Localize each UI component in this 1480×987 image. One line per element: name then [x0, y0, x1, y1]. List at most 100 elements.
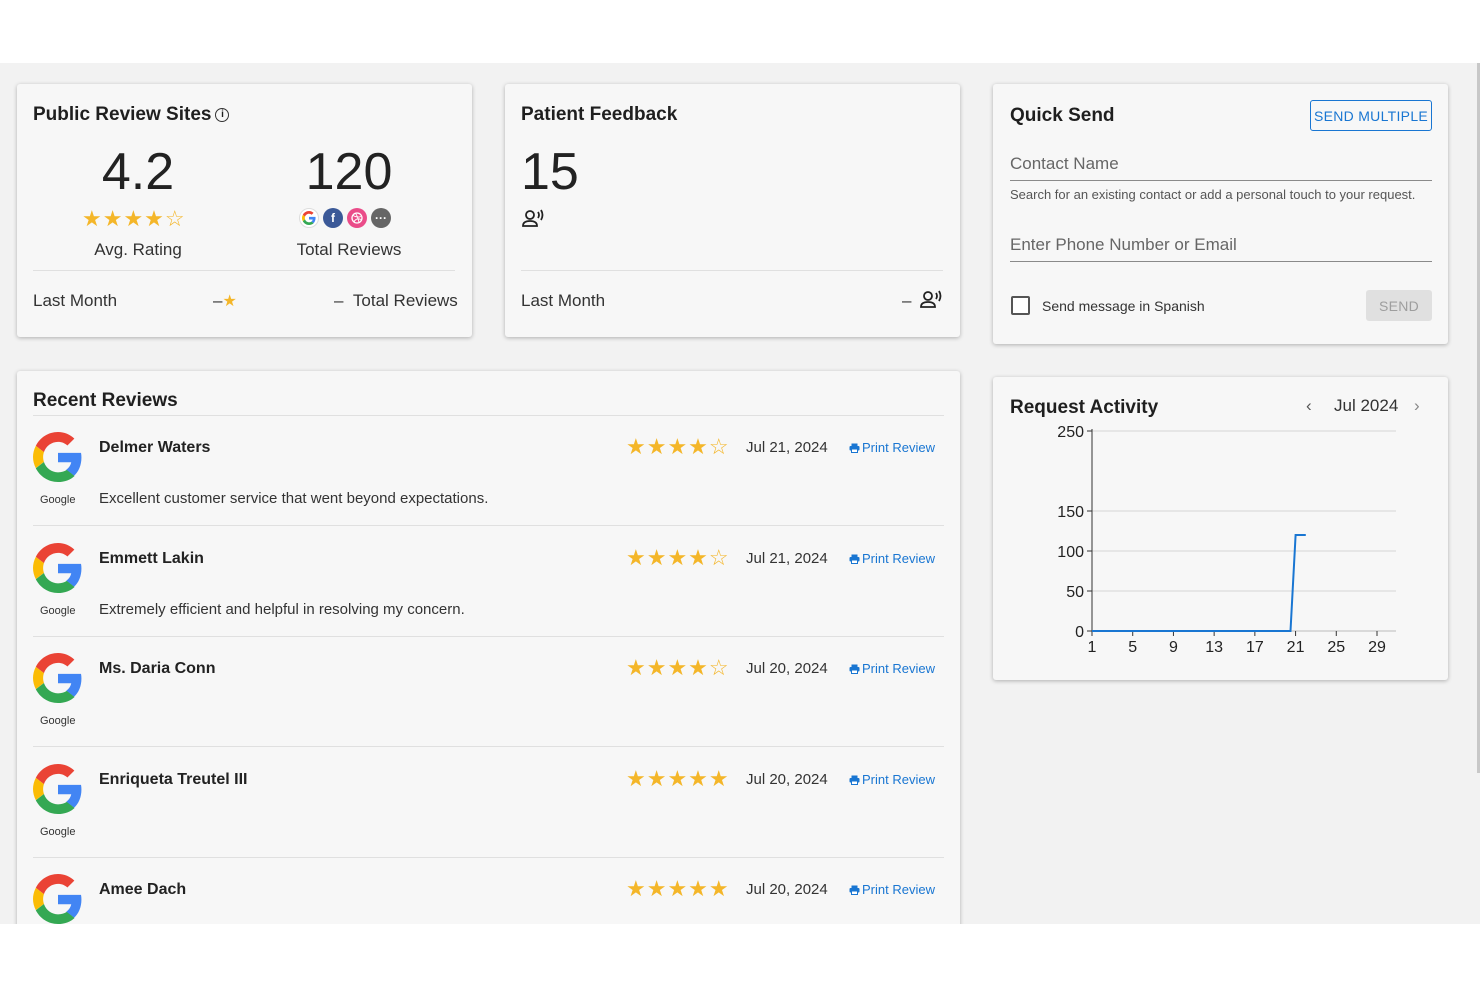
more-sites-icon[interactable]: ··· [371, 208, 391, 228]
review-row: Google Enriqueta Treutel III ★★★★★ Jul 20, … [33, 748, 944, 858]
x-tick-label: 21 [1287, 639, 1305, 656]
x-tick-label: 9 [1169, 639, 1178, 656]
dribbble-icon[interactable] [347, 208, 367, 228]
last-month-reviews-label: Total Reviews [352, 291, 458, 310]
print-review-label: Print Review [862, 771, 935, 787]
reviewer-name: Amee Dach [99, 881, 187, 898]
google-logo-icon [33, 432, 83, 482]
review-date: Jul 21, 2024 [746, 549, 828, 567]
reviewer-name: Delmer Waters [99, 439, 211, 456]
google-logo-icon [33, 542, 83, 593]
divider [33, 270, 455, 271]
review-text: Extremely efficient and helpful in resol… [99, 600, 465, 618]
print-review-link[interactable]: Print Review [849, 772, 935, 787]
public-review-sites-title-text: Public Review Sites [33, 104, 212, 125]
last-month-reviews-value: – [334, 291, 344, 310]
quick-send-title: Quick Send [1010, 105, 1115, 126]
reviewer-name: Emmett Lakin [99, 549, 204, 567]
x-tick-label: 5 [1128, 639, 1137, 656]
phone-email-field[interactable]: Enter Phone Number or Email [1010, 235, 1432, 262]
star-icon: ★ [222, 293, 237, 310]
last-month-label: Last Month [521, 291, 606, 310]
review-stars: ★★★★★ [626, 765, 730, 791]
print-review-link[interactable]: Print Review [849, 551, 935, 566]
last-month-feedback-value: – [902, 291, 912, 310]
print-review-link[interactable]: Print Review [849, 440, 935, 455]
review-date: Jul 21, 2024 [746, 439, 828, 456]
x-tick-label: 29 [1368, 639, 1386, 656]
recent-reviews-card: Recent Reviews Google Delmer Waters ★★★★☆ J… [17, 371, 960, 924]
reviewer-name: Ms. Daria Conn [99, 660, 216, 677]
voice-feedback-icon [522, 208, 546, 233]
google-logo-icon [33, 874, 83, 924]
quick-send-card: Quick Send SEND MULTIPLE Contact Name Se… [993, 84, 1448, 344]
send-multiple-button[interactable]: SEND MULTIPLE [1310, 100, 1432, 131]
print-review-link[interactable]: Print Review [849, 661, 935, 676]
avg-rating-stars: ★★★★☆ [82, 206, 186, 231]
public-review-sites-title: Public Review Sites i [33, 104, 230, 126]
y-tick-label: 250 [1057, 424, 1084, 441]
last-month-label: Last Month [33, 291, 118, 310]
review-stars: ★★★★☆ [626, 544, 730, 570]
review-date: Jul 20, 2024 [746, 660, 828, 677]
series-line [1092, 534, 1306, 632]
total-reviews-label: Total Reviews [296, 240, 402, 259]
review-stars: ★★★★☆ [626, 655, 730, 680]
public-review-sites-card: Public Review Sites i 4.2 ★★★★☆ Avg. Rati… [17, 84, 472, 337]
request-activity-card: Request Activity ‹ Jul 2024 › 0 50 100 150 2… [993, 377, 1448, 680]
review-stars: ★★★★☆ [626, 434, 730, 459]
y-tick-label: 100 [1057, 544, 1084, 561]
x-tick-label: 13 [1205, 639, 1223, 656]
google-logo-icon [33, 653, 83, 703]
print-icon [849, 440, 862, 455]
review-text: Excellent customer service that went bey… [99, 490, 489, 507]
print-review-label: Print Review [862, 550, 935, 566]
print-review-label: Print Review [862, 661, 935, 676]
review-row: GoogleAmee Dach★★★★★Jul 20, 2024Print Re… [33, 858, 944, 924]
facebook-icon[interactable]: f [323, 208, 343, 228]
last-month-reviews: – Total Reviews [334, 291, 458, 311]
review-row: Google Emmett Lakin ★★★★☆ Jul 21, 2024 Print… [33, 527, 944, 637]
print-icon [849, 772, 862, 787]
last-month-rating: –★ [213, 291, 237, 311]
voice-feedback-icon [920, 289, 944, 314]
y-tick-label: 150 [1057, 504, 1084, 521]
x-tick-label: 17 [1246, 639, 1264, 656]
info-icon[interactable]: i [215, 108, 230, 122]
avg-rating-value: 4.2 [101, 143, 175, 201]
review-row: Google Delmer Waters ★★★★☆ Jul 21, 2024 Prin… [33, 416, 944, 526]
print-icon [849, 882, 862, 897]
recent-reviews-title: Recent Reviews [33, 390, 178, 411]
y-tick-label: 50 [1066, 584, 1084, 601]
total-reviews-value: 120 [305, 143, 393, 201]
spanish-checkbox[interactable] [1011, 296, 1030, 315]
patient-feedback-card: Patient Feedback 15 Last Month – [505, 84, 960, 337]
print-review-label: Print Review [862, 440, 935, 455]
review-row: Google Ms. Daria Conn ★★★★☆ Jul 20, 2024 Pri… [33, 637, 944, 747]
contact-helper-text: Search for an existing contact or add a … [1010, 187, 1416, 202]
review-source: Google [40, 604, 76, 617]
review-source: Google [40, 494, 76, 506]
x-tick-label: 1 [1088, 639, 1097, 656]
review-site-icons: f ··· [299, 208, 391, 228]
contact-name-field[interactable]: Contact Name [1010, 154, 1432, 181]
print-icon [849, 551, 862, 566]
print-review-label: Print Review [862, 882, 935, 897]
spanish-checkbox-label[interactable]: Send message in Spanish [1042, 298, 1205, 314]
google-logo-icon [33, 763, 83, 814]
print-icon [849, 661, 862, 676]
avg-rating-label: Avg. Rating [94, 240, 182, 259]
review-source: Google [40, 825, 76, 838]
send-button[interactable]: SEND [1366, 290, 1432, 321]
dashboard-canvas: Public Review Sites i 4.2 ★★★★☆ Avg. Rati… [0, 63, 1480, 924]
print-review-link[interactable]: Print Review [849, 882, 935, 897]
patient-feedback-title: Patient Feedback [521, 104, 678, 125]
google-icon[interactable] [299, 208, 319, 228]
review-date: Jul 20, 2024 [746, 770, 828, 788]
divider [521, 270, 943, 271]
y-tick-label: 0 [1075, 624, 1084, 641]
review-source: Google [40, 715, 76, 727]
review-date: Jul 20, 2024 [746, 881, 828, 898]
review-stars: ★★★★★ [626, 876, 730, 901]
request-activity-chart: 0 50 100 150 250 1 5 9 13 17 21 25 29 [1057, 424, 1396, 656]
